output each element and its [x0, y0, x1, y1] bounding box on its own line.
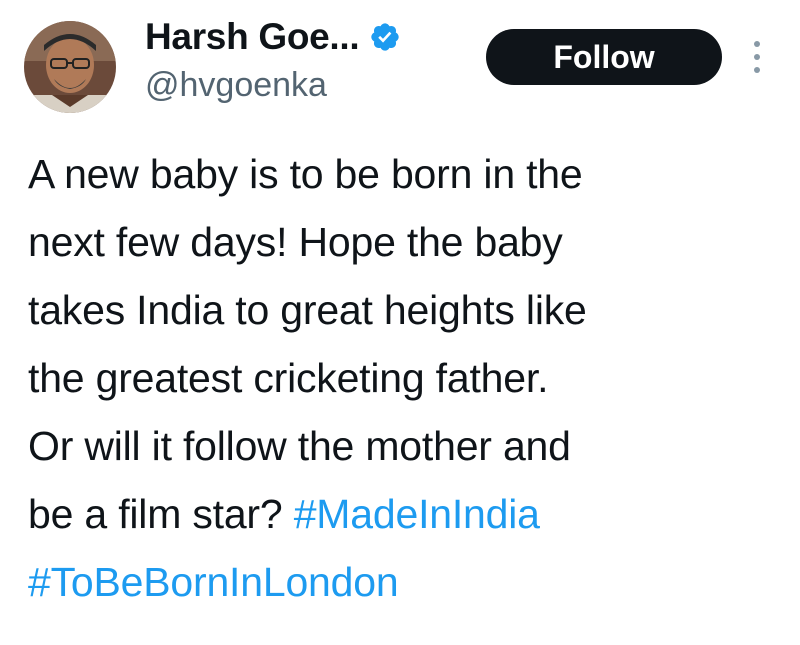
tweet-text-line: A new baby is to be born in the — [28, 151, 583, 197]
tweet-text-fragment: be a film star? — [28, 491, 283, 537]
hashtag-link[interactable]: #MadeInIndia — [294, 491, 540, 537]
hashtag-link[interactable]: #ToBeBornInLondon — [28, 559, 399, 605]
author-name-row: Harsh Goe... — [145, 14, 401, 60]
author-handle[interactable]: @hvgoenka — [145, 66, 327, 105]
tweet-text-line: next few days! Hope the baby — [28, 219, 563, 265]
tweet-text-line: be a film star? #MadeInIndia — [28, 480, 788, 548]
tweet-text-line: the greatest cricketing father. — [28, 355, 549, 401]
verified-badge-icon — [371, 23, 400, 51]
more-dot — [754, 41, 760, 47]
follow-button[interactable]: Follow — [486, 29, 722, 85]
author-display-name[interactable]: Harsh Goe... — [145, 16, 360, 58]
author-avatar[interactable] — [24, 21, 116, 113]
tweet-card: Harsh Goe... @hvgoenka Follow A new baby… — [0, 0, 800, 645]
more-options-icon[interactable] — [747, 38, 767, 76]
tweet-text-line: #ToBeBornInLondon — [28, 548, 788, 616]
more-dot — [754, 54, 760, 60]
tweet-text-line: Or will it follow the mother and — [28, 423, 571, 469]
tweet-text: A new baby is to be born in the next few… — [28, 140, 788, 616]
more-dot — [754, 67, 760, 73]
tweet-text-line: takes India to great heights like — [28, 287, 587, 333]
avatar-photo-icon — [24, 21, 116, 113]
